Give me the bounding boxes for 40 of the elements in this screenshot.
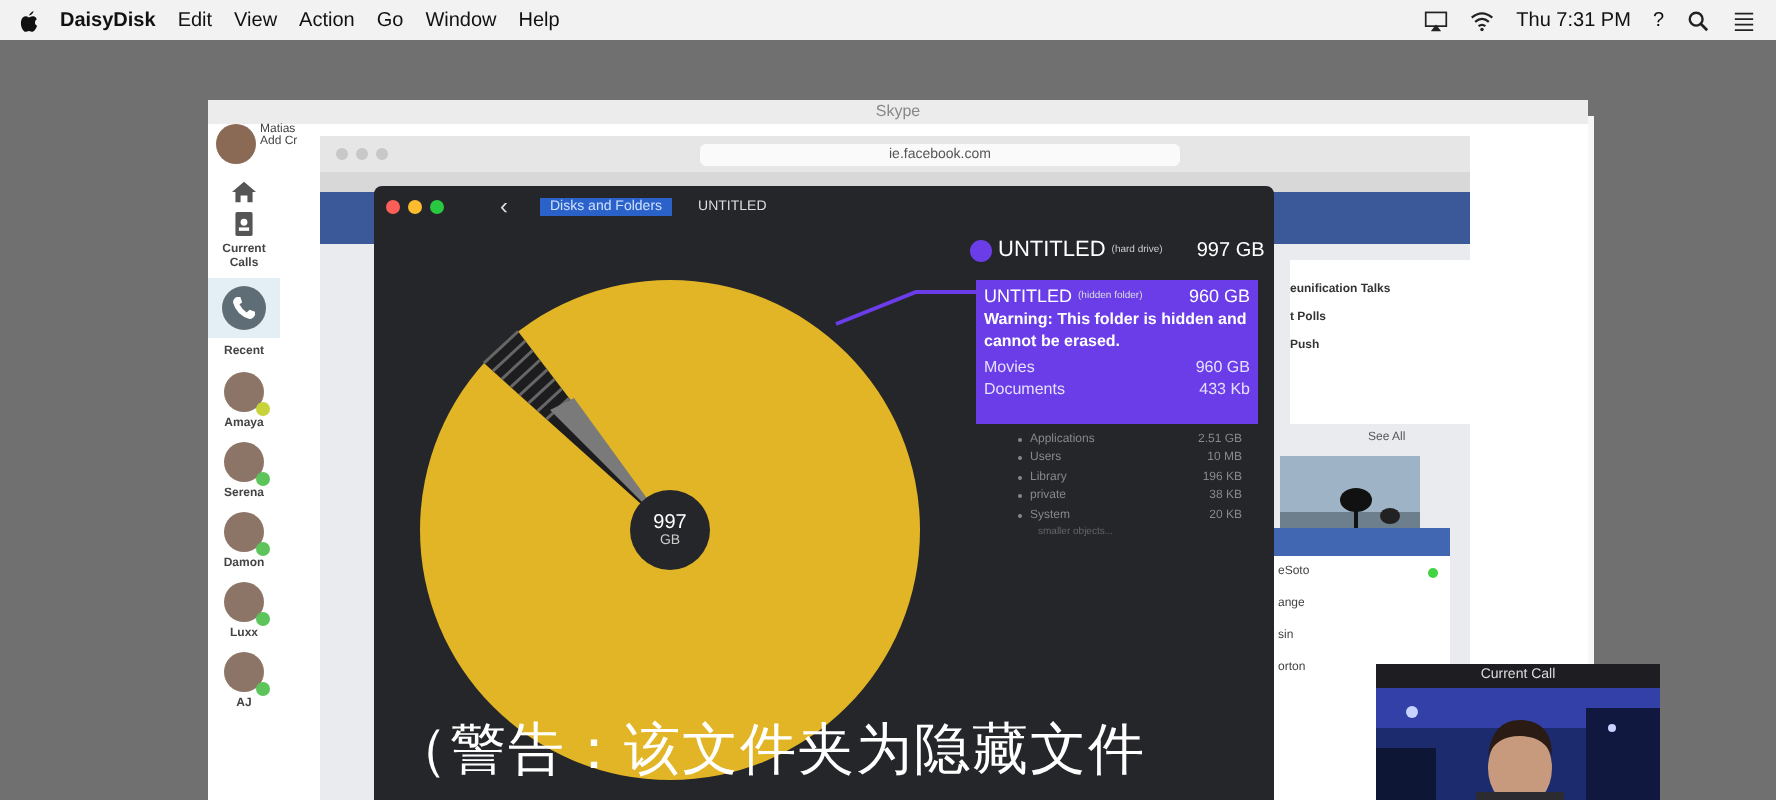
drive-dot xyxy=(970,239,992,261)
folder-size: 433 Kb xyxy=(1199,379,1250,398)
back-button[interactable]: ‹ xyxy=(500,196,508,216)
zoom-button[interactable] xyxy=(430,199,444,213)
clock[interactable]: Thu 7:31 PM xyxy=(1516,9,1631,31)
apple-icon[interactable] xyxy=(20,9,38,31)
avatar[interactable] xyxy=(223,441,264,482)
menu-item[interactable]: Action xyxy=(299,9,355,31)
total-size: 997 xyxy=(653,513,687,533)
drive-size: 997 GB xyxy=(1196,239,1265,261)
contacts-icon[interactable] xyxy=(232,212,256,236)
selected-item[interactable] xyxy=(208,278,280,339)
drive-name[interactable]: UNTITLED xyxy=(998,238,1106,262)
folder-size: 960 GB xyxy=(1188,286,1250,306)
avatar[interactable] xyxy=(224,511,264,552)
list-icon[interactable] xyxy=(1732,9,1756,31)
window-title: Skype xyxy=(208,100,1588,124)
folder-name: Movies xyxy=(984,357,1035,376)
airplay-icon[interactable] xyxy=(1424,9,1449,31)
folder-name: Documents xyxy=(984,379,1065,398)
avatar[interactable] xyxy=(224,371,264,412)
app-menu[interactable]: DaisyDisk xyxy=(60,9,156,31)
menu-item[interactable]: View xyxy=(234,9,278,31)
menu-item[interactable]: Edit xyxy=(177,9,213,31)
menu-item[interactable]: Window xyxy=(425,9,497,31)
wifi-icon[interactable] xyxy=(1470,9,1495,31)
close-button[interactable] xyxy=(386,199,400,213)
warning-text: Warning: This folder is hidden and cannot be erased. xyxy=(984,310,1249,354)
phone-icon xyxy=(222,286,266,331)
search-icon[interactable] xyxy=(1686,9,1710,31)
menu-item[interactable]: Help xyxy=(518,9,560,31)
avatar[interactable] xyxy=(216,124,256,164)
avatar[interactable] xyxy=(224,651,264,692)
folder-name: UNTITLED xyxy=(984,286,1073,306)
help-menu[interactable]: ? xyxy=(1652,9,1664,31)
menu-item[interactable]: Go xyxy=(376,9,404,31)
avatar[interactable] xyxy=(224,581,264,622)
home-icon[interactable] xyxy=(232,180,256,204)
folder-size: 960 GB xyxy=(1195,357,1250,376)
minimize-button[interactable] xyxy=(408,199,422,213)
